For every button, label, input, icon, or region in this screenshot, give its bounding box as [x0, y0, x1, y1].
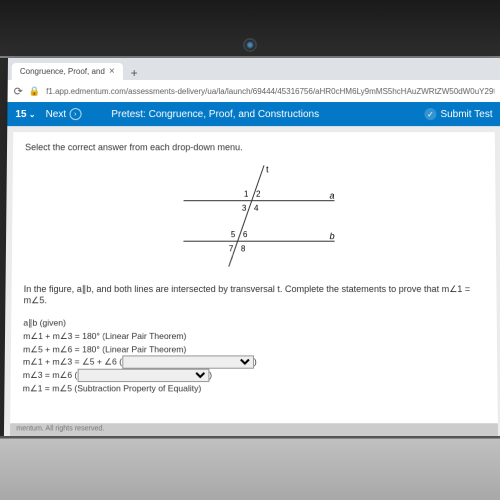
- question-text: In the figure, a∥b, and both lines are i…: [24, 284, 485, 306]
- svg-text:8: 8: [241, 244, 246, 253]
- tab-bar: Congruence, Proof, and × +: [8, 58, 500, 80]
- label-b: b: [330, 231, 335, 241]
- submit-label: Submit Test: [440, 109, 492, 120]
- proof-steps: a∥b (given) m∠1 + m∠3 = 180° (Linear Pai…: [23, 317, 486, 396]
- screen-area: Congruence, Proof, and × + ⟳ 🔒 f1.app.ed…: [4, 58, 500, 444]
- svg-text:3: 3: [242, 204, 247, 213]
- close-tab-icon[interactable]: ×: [109, 66, 115, 77]
- browser-chrome: Congruence, Proof, and × + ⟳ 🔒 f1.app.ed…: [8, 58, 500, 102]
- label-t: t: [266, 164, 269, 174]
- proof-line-2: m∠1 + m∠3 = 180° (Linear Pair Theorem): [23, 330, 485, 343]
- next-arrow-icon: ›: [69, 108, 81, 120]
- tab-title: Congruence, Proof, and: [20, 67, 105, 76]
- lock-icon: 🔒: [29, 85, 40, 96]
- chevron-down-icon[interactable]: ⌄: [27, 110, 36, 119]
- proof-line-5: m∠3 = m∠6 (): [23, 369, 485, 382]
- geometry-figure: t a b 1 2 3 4 5 6 7 8: [153, 160, 355, 271]
- submit-test-button[interactable]: ✓ Submit Test: [424, 108, 492, 120]
- dropdown-reason-1[interactable]: [122, 356, 254, 369]
- question-number: 15 ⌄: [15, 109, 35, 120]
- proof-line-6: m∠1 = m∠5 (Subtraction Property of Equal…: [23, 382, 486, 395]
- next-button[interactable]: Next ›: [45, 108, 81, 120]
- reload-icon[interactable]: ⟳: [14, 84, 23, 97]
- page-title: Pretest: Congruence, Proof, and Construc…: [91, 109, 414, 120]
- browser-tab[interactable]: Congruence, Proof, and ×: [12, 63, 123, 80]
- instruction-text: Select the correct answer from each drop…: [25, 142, 483, 152]
- svg-text:5: 5: [231, 230, 236, 239]
- svg-text:1: 1: [244, 190, 249, 199]
- svg-text:7: 7: [229, 244, 234, 253]
- question-card: Select the correct answer from each drop…: [10, 132, 498, 438]
- url-text[interactable]: f1.app.edmentum.com/assessments-delivery…: [46, 86, 494, 95]
- new-tab-button[interactable]: +: [123, 66, 146, 80]
- dropdown-reason-2[interactable]: [77, 369, 209, 382]
- app-header: 15 ⌄ Next › Pretest: Congruence, Proof, …: [7, 102, 500, 126]
- laptop-keyboard: [0, 438, 500, 500]
- svg-text:4: 4: [254, 204, 259, 213]
- proof-line-1: a∥b (given): [23, 317, 484, 330]
- proof-line-4: m∠1 + m∠3 = ∠5 + ∠6 (): [23, 356, 485, 369]
- next-label: Next: [46, 109, 67, 120]
- url-bar: ⟳ 🔒 f1.app.edmentum.com/assessments-deli…: [8, 80, 500, 102]
- svg-text:2: 2: [256, 190, 261, 199]
- content-area: Select the correct answer from each drop…: [4, 126, 500, 444]
- check-icon: ✓: [424, 108, 436, 120]
- proof-line-3: m∠5 + m∠6 = 180° (Linear Pair Theorem): [23, 343, 485, 356]
- laptop-bezel: [0, 0, 500, 58]
- label-a: a: [329, 191, 334, 201]
- webcam: [243, 38, 257, 52]
- svg-text:6: 6: [243, 230, 248, 239]
